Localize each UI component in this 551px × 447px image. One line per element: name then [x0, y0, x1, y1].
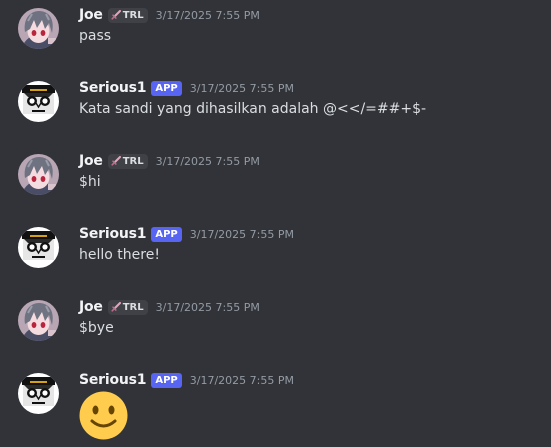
username[interactable]: Serious1: [79, 80, 147, 96]
smiley-icon: [79, 391, 128, 440]
username[interactable]: Serious1: [79, 226, 147, 242]
username[interactable]: Joe: [79, 7, 103, 23]
chat-messages: Joe TRL 3/17/2025 7:55 PM pass Serious1 …: [0, 0, 551, 447]
message-item: Serious1 APP 3/17/2025 7:55 PM hello the…: [0, 223, 551, 283]
role-tag[interactable]: TRL: [107, 7, 148, 23]
app-badge[interactable]: APP: [151, 372, 182, 388]
slightly-smiling-face-emoji[interactable]: [79, 391, 128, 440]
joe-avatar[interactable]: [18, 300, 59, 341]
message-header: Serious1 APP 3/17/2025 7:55 PM: [79, 77, 294, 99]
role-tag-label: TRL: [122, 155, 144, 167]
timestamp: 3/17/2025 7:55 PM: [189, 81, 294, 95]
sword-icon: [111, 10, 121, 20]
sword-icon: [111, 302, 121, 312]
message-content: $bye: [79, 320, 114, 336]
message-item: Serious1 APP 3/17/2025 7:55 PM Kata sand…: [0, 77, 551, 137]
message-header: Joe TRL 3/17/2025 7:55 PM: [79, 4, 260, 26]
timestamp: 3/17/2025 7:55 PM: [155, 154, 260, 168]
message-content: hello there!: [79, 247, 160, 263]
username[interactable]: Joe: [79, 153, 103, 169]
message-content: Kata sandi yang dihasilkan adalah @<</=#…: [79, 101, 427, 117]
username[interactable]: Serious1: [79, 372, 147, 388]
serious1-avatar[interactable]: [18, 373, 59, 414]
message-header: Serious1 APP 3/17/2025 7:55 PM: [79, 369, 294, 391]
joe-avatar[interactable]: [18, 154, 59, 195]
message-content: $hi: [79, 174, 101, 190]
message-item: Joe TRL 3/17/2025 7:55 PM $bye: [0, 296, 551, 356]
message-item: Joe TRL 3/17/2025 7:55 PM $hi: [0, 150, 551, 210]
message-header: Joe TRL 3/17/2025 7:55 PM: [79, 150, 260, 172]
message-header: Joe TRL 3/17/2025 7:55 PM: [79, 296, 260, 318]
app-badge[interactable]: APP: [151, 80, 182, 96]
role-tag[interactable]: TRL: [107, 299, 148, 315]
role-tag-label: TRL: [122, 301, 144, 313]
joe-avatar[interactable]: [18, 8, 59, 49]
serious1-avatar[interactable]: [18, 227, 59, 268]
message-content: pass: [79, 28, 112, 44]
serious1-avatar[interactable]: [18, 81, 59, 122]
app-badge[interactable]: APP: [151, 226, 182, 242]
role-tag[interactable]: TRL: [107, 153, 148, 169]
timestamp: 3/17/2025 7:55 PM: [155, 8, 260, 22]
timestamp: 3/17/2025 7:55 PM: [189, 373, 294, 387]
message-item: Serious1 APP 3/17/2025 7:55 PM: [0, 369, 551, 447]
username[interactable]: Joe: [79, 299, 103, 315]
role-tag-label: TRL: [122, 9, 144, 21]
timestamp: 3/17/2025 7:55 PM: [155, 300, 260, 314]
timestamp: 3/17/2025 7:55 PM: [189, 227, 294, 241]
message-header: Serious1 APP 3/17/2025 7:55 PM: [79, 223, 294, 245]
message-item: Joe TRL 3/17/2025 7:55 PM pass: [0, 4, 551, 64]
sword-icon: [111, 156, 121, 166]
